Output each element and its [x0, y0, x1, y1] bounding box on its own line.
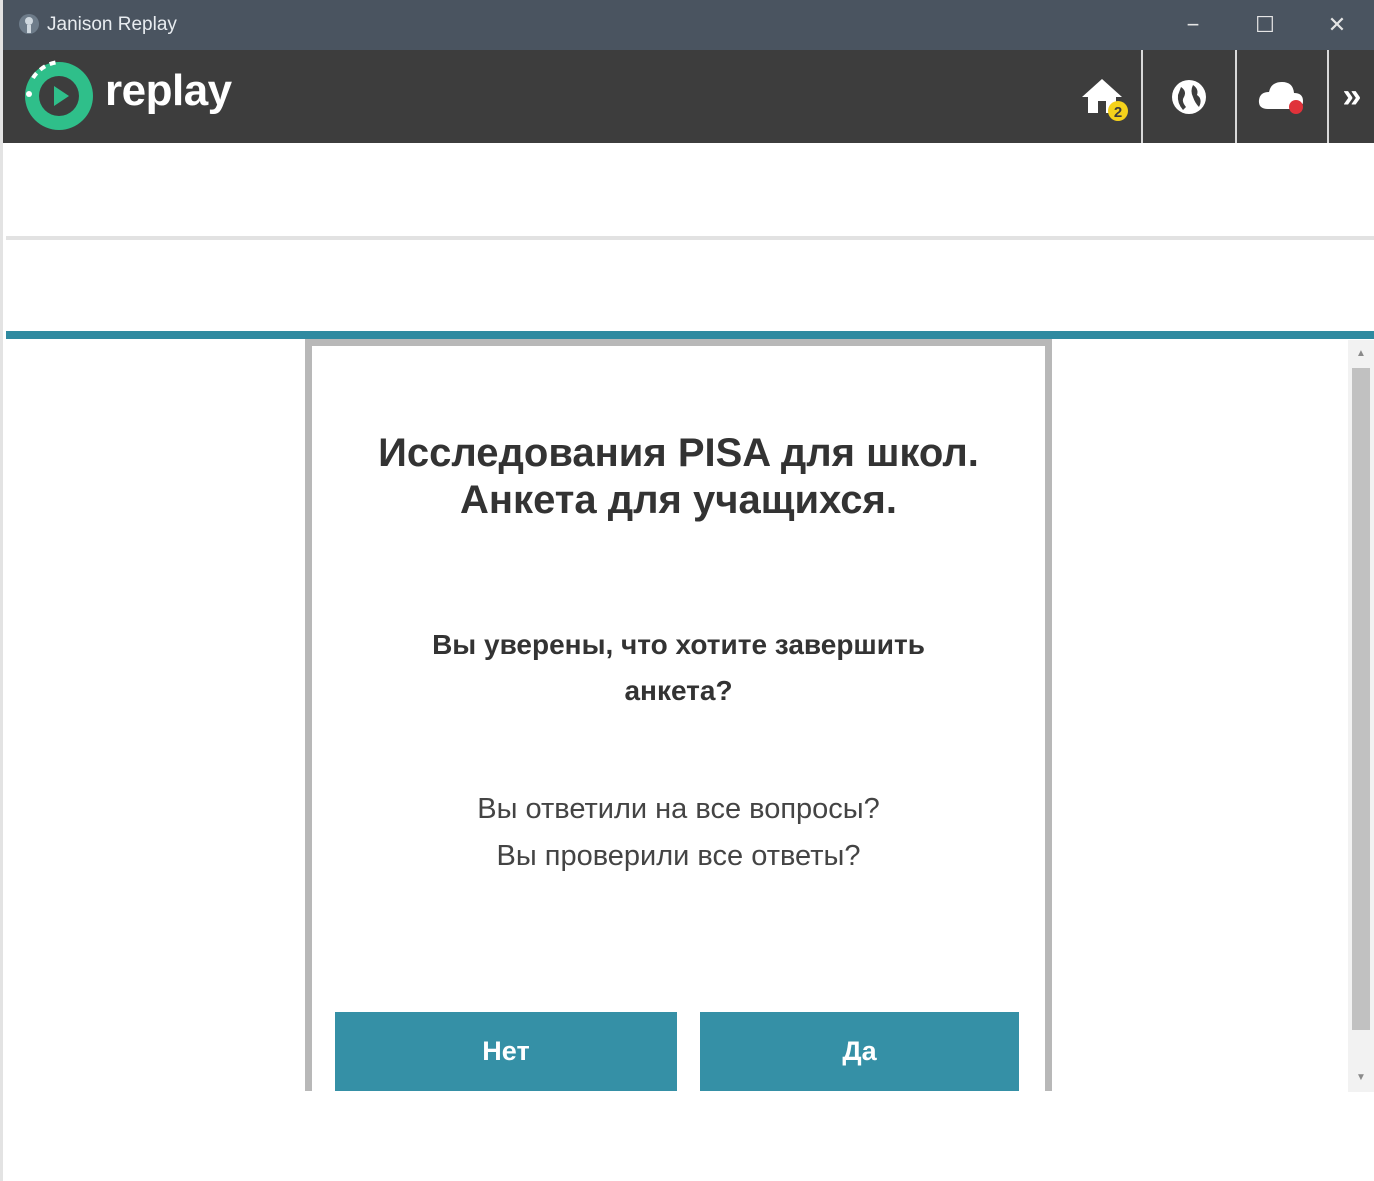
dialog-title-line: Исследования PISA для школ. — [378, 431, 979, 475]
home-badge: 2 — [1114, 104, 1122, 121]
home-icon: 2 — [1082, 78, 1128, 121]
chevron-double-right-icon: » — [1342, 77, 1362, 115]
title-bar: Janison Replay − ☐ ✕ — [3, 0, 1374, 50]
scroll-up-arrow-icon[interactable]: ▲ — [1348, 340, 1374, 366]
app-toolbar: replay 2 » — [3, 50, 1374, 143]
app-icon — [19, 14, 39, 34]
dialog-hint: Вы ответили на все вопросы? — [477, 793, 880, 825]
app-window: Janison Replay − ☐ ✕ replay 2 » Исследов… — [0, 0, 1374, 1181]
window-title: Janison Replay — [47, 14, 177, 35]
home-button[interactable]: 2 — [1067, 50, 1141, 143]
header-band — [6, 143, 1374, 238]
dialog-question-line: анкета? — [624, 675, 733, 706]
scroll-thumb[interactable] — [1352, 368, 1370, 1030]
close-button[interactable]: ✕ — [1301, 0, 1373, 50]
dialog-title: Исследования PISA для школ. Анкета для у… — [312, 430, 1045, 524]
sync-status-button[interactable] — [1237, 50, 1327, 143]
header-divider — [6, 236, 1374, 240]
dialog-question-line: Вы уверены, что хотите завершить — [432, 629, 925, 660]
language-button[interactable] — [1143, 50, 1235, 143]
minimize-button[interactable]: − — [1157, 0, 1229, 50]
more-button[interactable]: » — [1329, 50, 1374, 143]
maximize-button[interactable]: ☐ — [1229, 0, 1301, 50]
confirm-dialog: Исследования PISA для школ. Анкета для у… — [305, 339, 1052, 1091]
globe-icon — [1172, 79, 1206, 114]
scroll-down-arrow-icon[interactable]: ▼ — [1348, 1064, 1374, 1090]
dialog-title-line: Анкета для учащихся. — [460, 478, 897, 522]
dialog-question: Вы уверены, что хотите завершить анкета? — [312, 622, 1045, 714]
accent-divider — [6, 331, 1374, 339]
dialog-hints: Вы ответили на все вопросы? Вы проверили… — [312, 786, 1045, 880]
cloud-icon — [1258, 81, 1303, 114]
no-button[interactable]: Нет — [335, 1012, 677, 1091]
vertical-scrollbar[interactable]: ▲ ▼ — [1348, 340, 1374, 1092]
logo-text: replay — [105, 66, 232, 115]
replay-logo-icon — [25, 60, 93, 130]
dialog-hint: Вы проверили все ответы? — [496, 840, 861, 872]
yes-button[interactable]: Да — [700, 1012, 1019, 1091]
